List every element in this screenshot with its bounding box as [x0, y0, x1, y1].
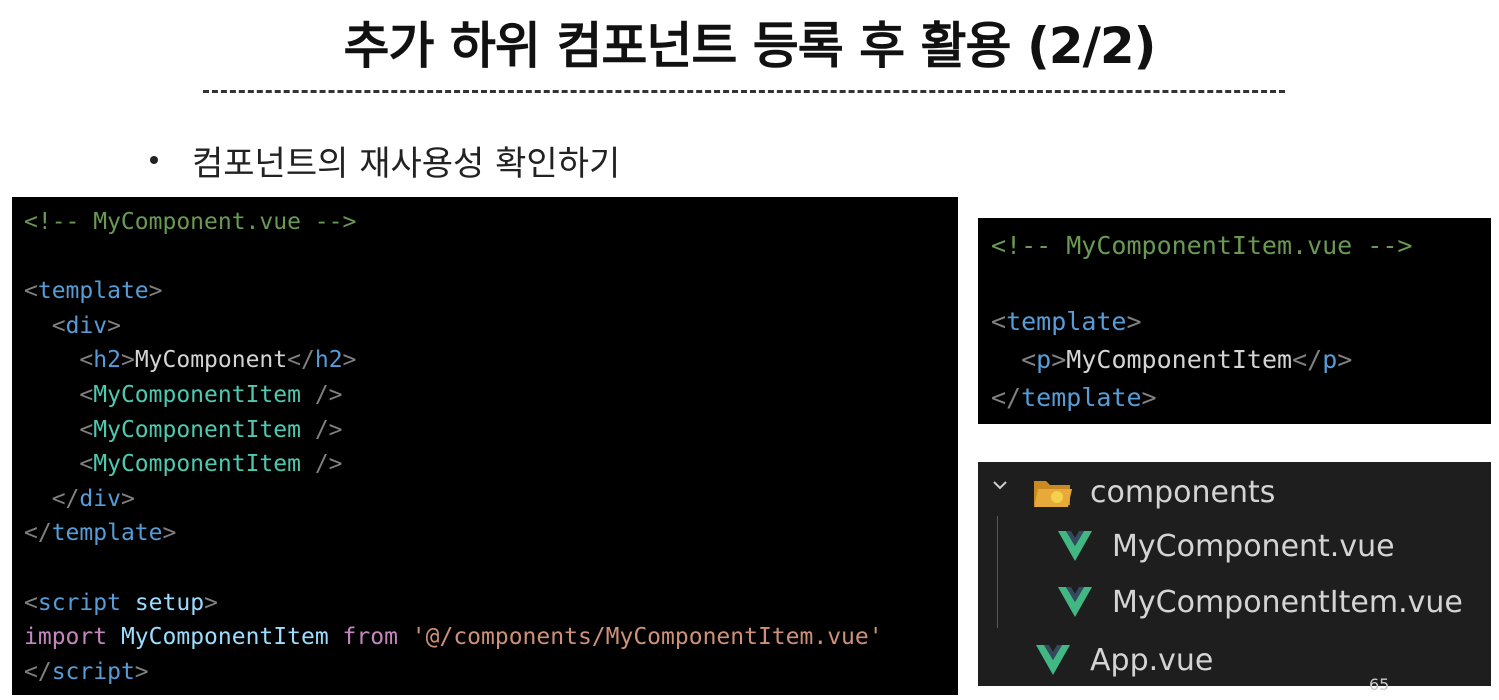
code-tag: template — [1021, 383, 1142, 412]
code-text: MyComponent — [134, 347, 288, 374]
code-line-template-close: </template> — [24, 520, 177, 547]
code-line-child-3: <MyComponentItem /> — [79, 451, 343, 478]
file-row-app[interactable]: App.vue — [1036, 638, 1213, 682]
code-line-template-close: </template> — [991, 383, 1157, 412]
code-tag: template — [37, 278, 149, 305]
folder-label: components — [1090, 474, 1276, 510]
code-line-comment: <!-- MyComponentItem.vue --> — [991, 227, 1491, 265]
code-component: MyComponentItem — [93, 381, 301, 408]
code-comment: <!-- MyComponent.vue --> — [24, 209, 357, 235]
code-block-my-component-item: <!-- MyComponentItem.vue --> <template> <… — [978, 218, 1491, 424]
code-text: MyComponentItem — [1066, 345, 1293, 374]
bullet-item: 컴포넌트의 재사용성 확인하기 — [150, 138, 621, 184]
file-row-my-component-item[interactable]: MyComponentItem.vue — [1058, 580, 1463, 624]
slide-title: 추가 하위 컴포넌트 등록 후 활용 (2/2) — [343, 17, 1157, 75]
code-block-my-component: <!-- MyComponent.vue --> <template> <div>… — [12, 197, 958, 695]
code-line-script-close: </script> — [24, 658, 149, 685]
code-tag: h2 — [314, 347, 343, 374]
code-line-div-open: <div> — [51, 312, 121, 339]
code-tag: div — [79, 485, 121, 512]
code-tag: script — [51, 658, 135, 685]
file-label: MyComponent.vue — [1112, 528, 1395, 564]
code-line-script-open: <script setup> — [24, 589, 218, 616]
code-string: '@/components/MyComponentItem.vue' — [411, 624, 883, 651]
code-comment: <!-- MyComponentItem.vue --> — [991, 231, 1413, 260]
file-label: App.vue — [1090, 642, 1214, 678]
code-keyword: from — [342, 624, 398, 651]
code-line-h2: <h2>MyComponent</h2> — [79, 347, 357, 374]
code-line-comment: <!-- MyComponent.vue --> — [24, 205, 958, 240]
code-tag: p — [1036, 345, 1052, 374]
tree-indent-guide — [997, 516, 998, 628]
code-line-child-2: <MyComponentItem /> — [79, 416, 343, 443]
code-line-template-open: <template> — [24, 278, 163, 305]
file-label: MyComponentItem.vue — [1112, 584, 1463, 620]
folder-open-icon — [1034, 481, 1072, 507]
bullet-text: 컴포넌트의 재사용성 확인하기 — [192, 143, 621, 184]
folder-row-components[interactable]: components — [1032, 470, 1275, 514]
code-line-template-open: <template> — [991, 307, 1142, 336]
bullet-dot — [150, 156, 158, 164]
code-line-import: import MyComponentItem from '@/component… — [24, 620, 958, 655]
code-tag: template — [51, 520, 163, 547]
vue-logo-icon — [1058, 531, 1092, 561]
vue-logo-icon — [1058, 587, 1092, 617]
code-line-child-1: <MyComponentItem /> — [79, 381, 343, 408]
file-explorer: components MyComponent.vue MyComponentIt… — [978, 462, 1491, 686]
code-component: MyComponentItem — [93, 416, 301, 443]
chevron-down-icon[interactable] — [992, 477, 1008, 493]
code-keyword: import — [24, 624, 108, 651]
code-line-div-close: </div> — [51, 485, 135, 512]
title-divider — [203, 90, 1285, 93]
code-attr: setup — [134, 589, 205, 616]
code-tag: h2 — [93, 347, 121, 374]
page-number: 65 — [1369, 675, 1390, 694]
code-tag: template — [1006, 307, 1127, 336]
code-component: MyComponentItem — [93, 451, 301, 478]
code-line-p: <p>MyComponentItem</p> — [1021, 345, 1353, 374]
code-tag: p — [1322, 345, 1338, 374]
vue-logo-icon — [1036, 645, 1070, 675]
code-tag: div — [65, 312, 108, 339]
code-tag: script — [37, 589, 121, 616]
file-row-my-component[interactable]: MyComponent.vue — [1058, 524, 1395, 568]
code-identifier: MyComponentItem — [120, 624, 329, 651]
